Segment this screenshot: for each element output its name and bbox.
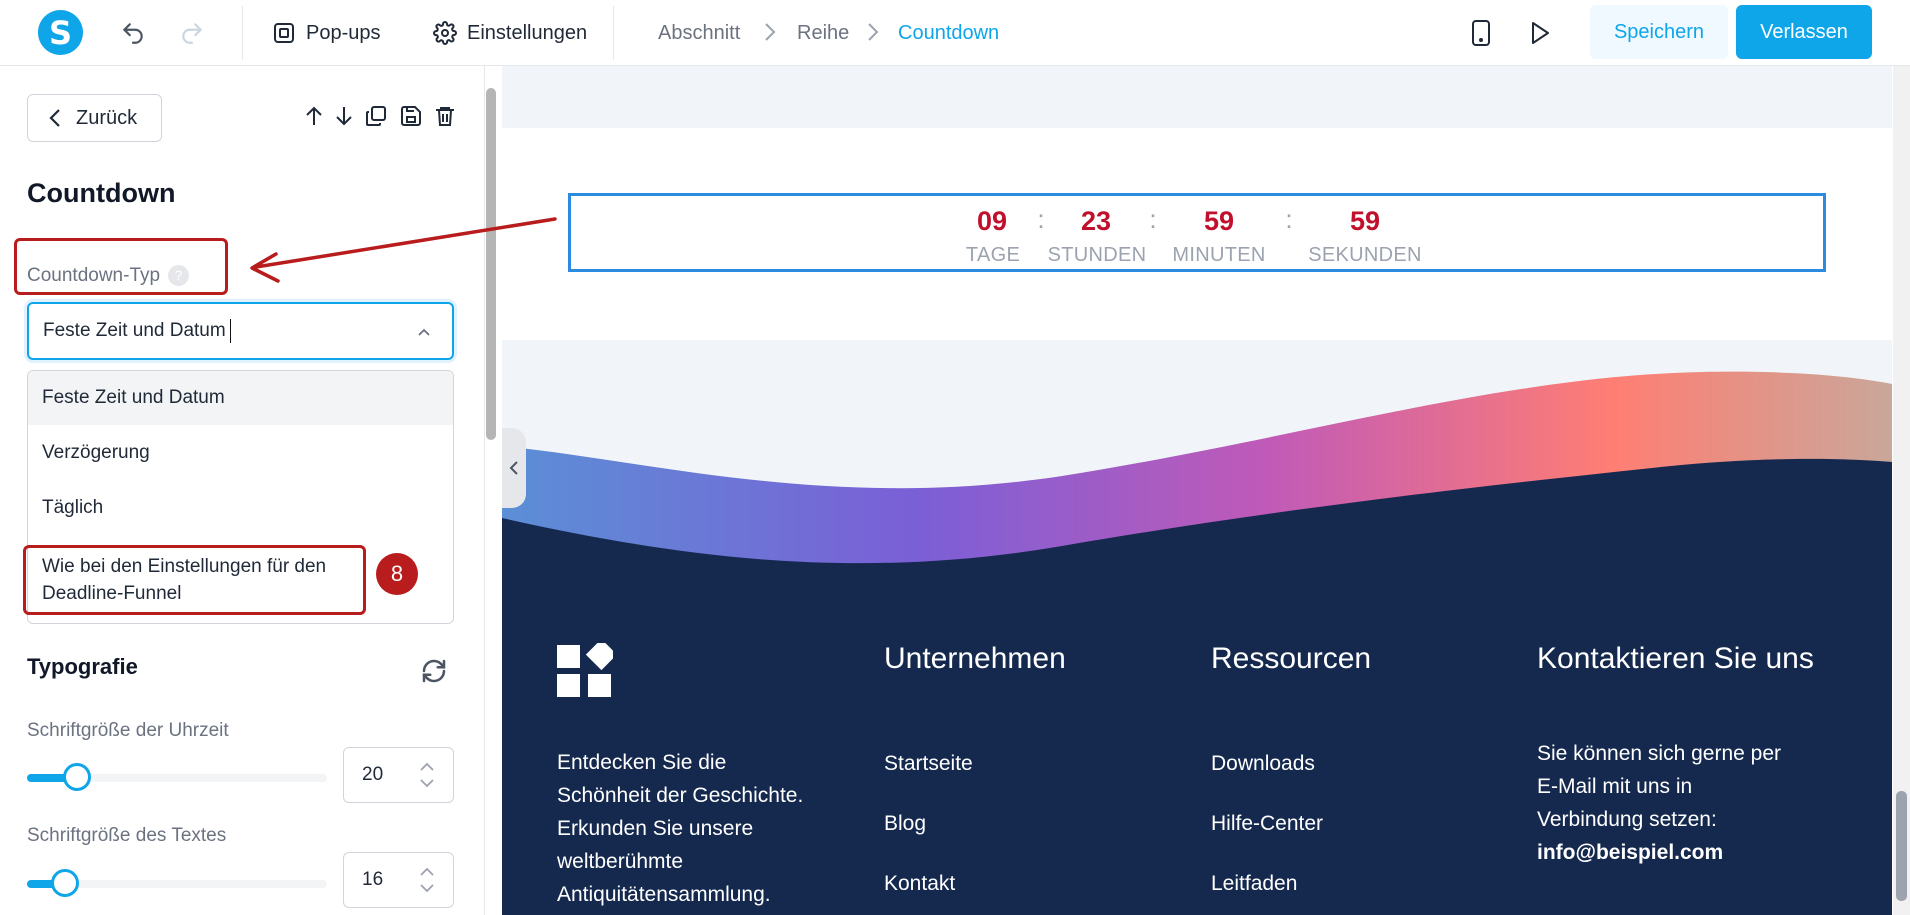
footer-about-line: Antiquitätensammlung. [557,883,771,906]
countdown-type-select[interactable]: Feste Zeit und Datum [27,302,454,360]
footer-contact-line: E-Mail mit uns in [1537,775,1693,798]
slider-thumb[interactable] [51,869,79,897]
gear-icon [433,21,457,45]
canvas-scrollbar-thumb[interactable] [1896,791,1907,901]
panel-title: Countdown [27,178,176,208]
time-size-slider[interactable] [27,763,327,791]
option-fixed-datetime[interactable]: Feste Zeit und Datum [28,371,453,425]
sidebar-scrollbar[interactable] [486,88,496,440]
chevron-left-icon [509,461,518,475]
footer-link-blog[interactable]: Blog [884,812,926,836]
footer-about-line: Entdecken Sie die [557,751,727,774]
footer-contact-line: Sie können sich gerne per [1537,742,1781,765]
breadcrumb-countdown[interactable]: Countdown [898,22,999,45]
option-delay[interactable]: Verzögerung [28,425,453,480]
chevron-right-icon [763,22,777,48]
collapse-sidebar-handle[interactable] [502,428,526,508]
time-size-label: Schriftgröße der Uhrzeit [27,720,229,741]
popup-icon [274,23,294,43]
text-size-label: Schriftgröße des Textes [27,825,227,846]
text-size-slider[interactable] [27,869,327,897]
settings-sidebar: Zurück Countdown Countdown-Typ? Feste Ze… [0,66,485,915]
footer-contact-email[interactable]: info@beispiel.com [1537,836,1781,869]
countdown-type-label: Countdown-Typ? [27,265,190,287]
exit-button[interactable]: Verlassen [1736,5,1872,59]
footer-about-line: Erkunden Sie unsere [557,817,754,840]
footer-about-line: Schönheit der Geschichte. [557,784,804,807]
delete-icon[interactable] [433,104,457,128]
reset-icon[interactable] [419,656,449,686]
back-label: Zurück [76,106,138,129]
time-size-value: 20 [362,764,384,785]
canvas-scrollbar[interactable] [1893,66,1910,915]
time-size-input[interactable]: 20 [343,747,454,803]
undo-icon[interactable] [118,18,148,48]
settings-label: Einstellungen [467,21,588,44]
toolbar-divider [242,6,243,60]
footer-about-line: weltberühmte [557,850,684,873]
annotation-highlight-option [23,545,366,615]
stepper-icon[interactable] [419,760,435,790]
select-value: Feste Zeit und Datum [43,320,226,341]
footer-link-guide[interactable]: Leitfaden [1211,872,1297,896]
help-icon[interactable]: ? [168,265,190,286]
move-down-icon[interactable] [332,104,356,128]
chevron-right-icon [866,22,880,48]
stepper-icon[interactable] [419,865,435,895]
text-cursor [229,319,231,343]
play-preview-icon[interactable] [1525,18,1555,48]
popups-label: Pop-ups [306,21,381,44]
settings-button[interactable]: Einstellungen [433,14,587,52]
popups-button[interactable]: Pop-ups [272,14,381,52]
footer-about-text: Entdecken Sie die Schönheit der Geschich… [557,746,803,911]
footer-link-downloads[interactable]: Downloads [1211,752,1315,776]
chevron-up-icon [418,328,430,336]
footer-link-contact[interactable]: Kontakt [884,872,955,896]
redo-icon[interactable] [177,18,207,48]
footer-link-home[interactable]: Startseite [884,752,973,776]
footer-contact-line: Verbindung setzen: [1537,808,1717,831]
footer-contact-text: Sie können sich gerne per E-Mail mit uns… [1537,737,1781,869]
save-button[interactable]: Speichern [1590,5,1728,59]
slider-thumb[interactable] [63,763,91,791]
footer-heading-resources: Ressourcen [1211,642,1372,675]
logo-letter: S [48,13,73,52]
duplicate-icon[interactable] [364,104,388,128]
toolbar-divider [613,6,614,60]
footer-section: Entdecken Sie die Schönheit der Geschich… [502,66,1892,915]
breadcrumb-row[interactable]: Reihe [797,22,849,45]
footer-heading-company: Unternehmen [884,642,1066,675]
typography-title: Typografie [27,654,138,679]
save-element-icon[interactable] [399,104,423,128]
footer-logo [557,643,613,697]
app-logo[interactable]: S [38,10,83,55]
page-canvas: 09 : 23 : 59 : 59 TAGE STUNDEN MINUTEN S… [502,66,1892,915]
footer-heading-contact: Kontaktieren Sie uns [1537,642,1814,675]
back-button[interactable]: Zurück [27,94,162,142]
step-badge: 8 [376,553,418,595]
breadcrumb-section[interactable]: Abschnitt [658,22,740,45]
countdown-type-label-text: Countdown-Typ [27,265,161,286]
text-size-input[interactable]: 16 [343,852,454,908]
text-size-value: 16 [362,869,384,890]
option-daily[interactable]: Täglich [28,480,453,535]
move-up-icon[interactable] [302,104,326,128]
top-toolbar: S Pop-ups Einstellungen Abschnitt Reihe … [0,0,1910,66]
mobile-preview-icon[interactable] [1466,18,1496,48]
chevron-left-icon [49,109,60,127]
footer-link-help-center[interactable]: Hilfe-Center [1211,812,1323,836]
